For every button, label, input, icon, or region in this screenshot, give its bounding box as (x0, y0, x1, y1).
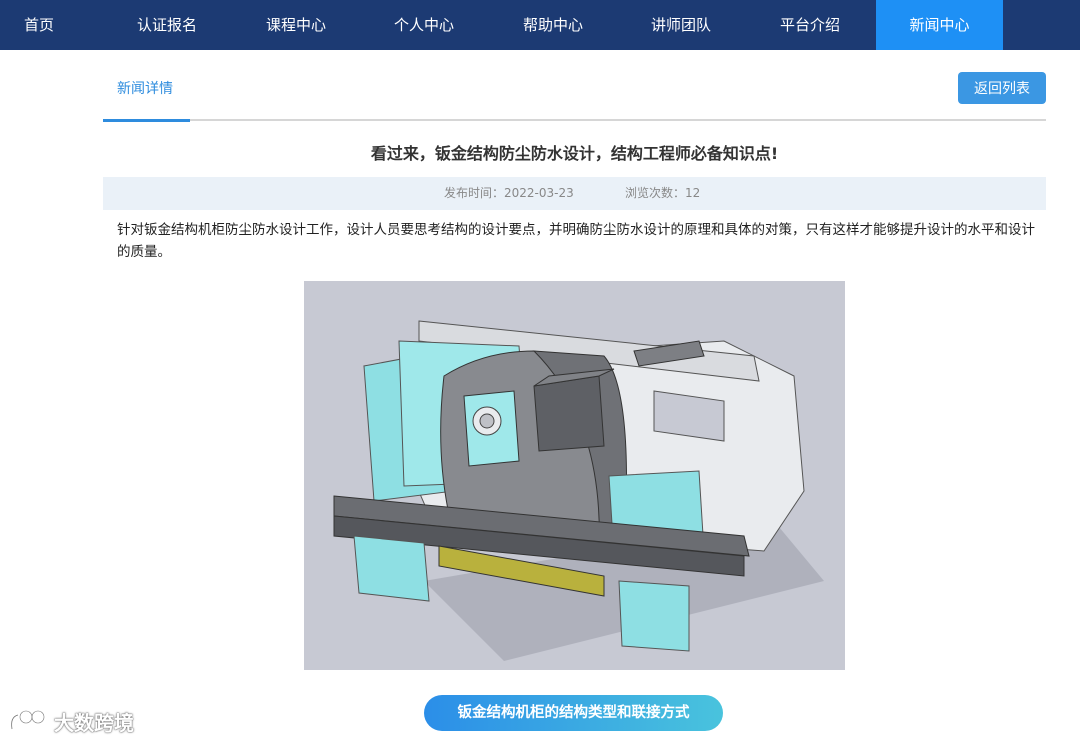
nav-platform[interactable]: 平台介绍 (771, 0, 849, 50)
section-heading-pill: 钣金结构机柜的结构类型和联接方式 (424, 695, 723, 731)
nav-courses[interactable]: 课程中心 (257, 0, 335, 50)
header-divider (103, 119, 1046, 121)
article-title: 看过来，钣金结构防尘防水设计，结构工程师必备知识点! (370, 144, 779, 163)
publish-time: 发布时间：2022-03-23 (444, 186, 574, 200)
tab-news-detail[interactable]: 新闻详情 (117, 78, 173, 98)
nav-news[interactable]: 新闻中心 (876, 0, 1003, 50)
nav-help[interactable]: 帮助中心 (514, 0, 592, 50)
article-meta: 发布时间：2022-03-23 浏览次数：12 (103, 177, 1046, 210)
article-paragraph: 针对钣金结构机柜防尘防水设计工作，设计人员要思考结构的设计要点，并明确防尘防水设… (117, 222, 1035, 260)
machine-illustration (333, 320, 824, 661)
watermark: 大数跨境 (8, 705, 134, 737)
tab-active-indicator (103, 119, 190, 122)
watermark-text: 大数跨境 (54, 710, 134, 735)
top-nav: 首页 认证报名 课程中心 个人中心 帮助中心 讲师团队 平台介绍 新闻中心 (0, 0, 1080, 50)
nav-home[interactable]: 首页 (0, 0, 78, 50)
watermark-logo-icon (10, 709, 46, 730)
article-image (304, 281, 845, 670)
nav-certification[interactable]: 认证报名 (128, 0, 206, 50)
back-to-list-button[interactable]: 返回列表 (958, 72, 1046, 104)
view-count: 浏览次数：12 (625, 186, 701, 200)
nav-personal[interactable]: 个人中心 (385, 0, 463, 50)
nav-lecturers[interactable]: 讲师团队 (642, 0, 720, 50)
